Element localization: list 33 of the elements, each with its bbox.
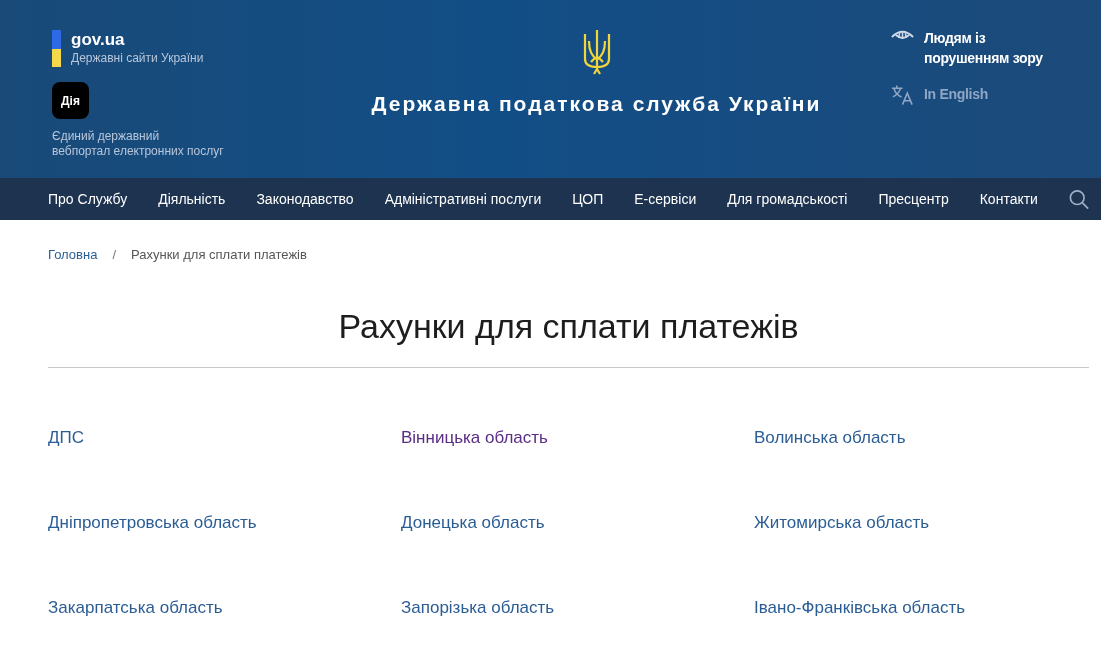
region-link[interactable]: Закарпатська область	[48, 598, 223, 617]
region-link[interactable]: ДПС	[48, 428, 84, 447]
diia-logo-link[interactable]: Дія	[52, 82, 89, 119]
region-link[interactable]: Вінницька область	[401, 428, 548, 447]
nav-link[interactable]: Діяльність	[158, 191, 226, 207]
nav-link[interactable]: Пресцентр	[878, 191, 949, 207]
flag-icon	[52, 30, 61, 67]
breadcrumb-current: Рахунки для сплати платежів	[131, 247, 307, 262]
nav-link[interactable]: ЦОП	[572, 191, 604, 207]
nav-link[interactable]: Для громадськості	[727, 191, 848, 207]
region-link[interactable]: Житомирська область	[754, 513, 930, 532]
breadcrumb-link[interactable]: Головна	[48, 247, 98, 262]
region-link[interactable]: Волинська область	[754, 428, 906, 447]
region-link[interactable]: Івано-Франківська область	[754, 598, 966, 617]
nav-link[interactable]: Законодавство	[256, 191, 354, 207]
nav-link[interactable]: Е-сервіси	[634, 191, 697, 207]
translate-icon	[891, 84, 914, 106]
search-icon[interactable]	[1068, 188, 1089, 210]
trident-icon	[581, 28, 612, 76]
nav-link[interactable]: Про Службу	[48, 191, 128, 207]
visually-impaired-link[interactable]: Людям із порушенням зору	[891, 28, 1081, 68]
gov-ua-link[interactable]: gov.ua	[71, 30, 204, 50]
nav-link[interactable]: Контакти	[979, 191, 1038, 207]
breadcrumb-separator: /	[112, 247, 117, 262]
language-link[interactable]: In English	[891, 84, 1081, 106]
nav-link[interactable]: Адміністративні послуги	[384, 191, 542, 207]
gov-ua-subtitle: Державні сайти України	[71, 50, 204, 66]
region-link[interactable]: Дніпропетровська область	[48, 513, 257, 532]
page-title: Рахунки для сплати платежів	[337, 306, 800, 347]
site-title: Державна податкова служба України	[371, 92, 822, 116]
region-link[interactable]: Запорізька область	[401, 598, 555, 617]
diia-caption: Єдиний державний вебпортал електронних послуг	[52, 129, 225, 159]
region-link[interactable]: Донецька область	[401, 513, 545, 532]
